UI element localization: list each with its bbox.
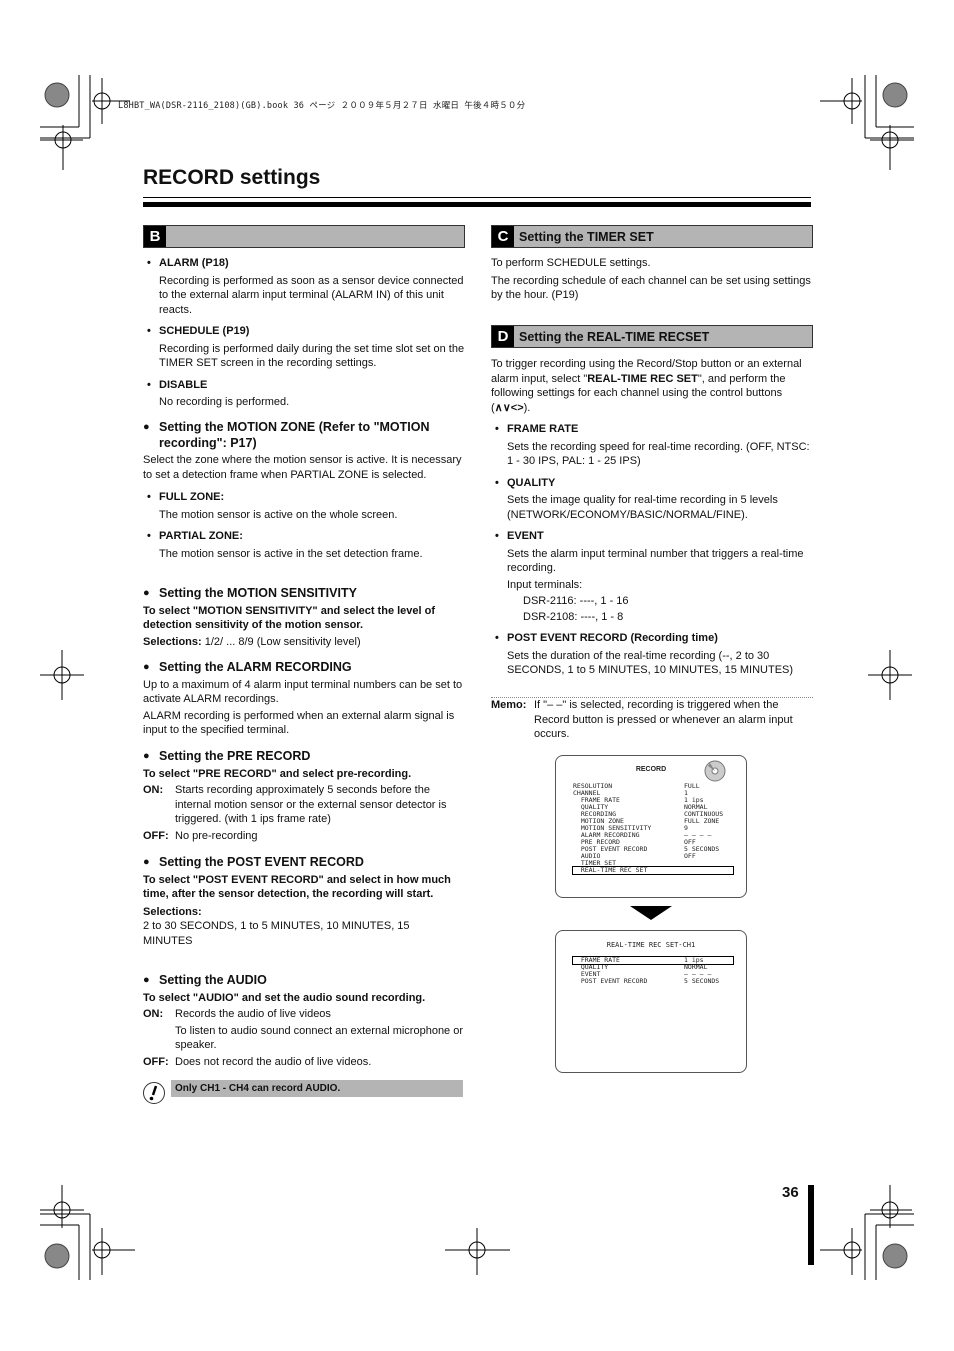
selections-label: Selections: <box>143 905 202 918</box>
list-item-body: No recording is performed. <box>159 396 290 408</box>
off-text: No pre-recording <box>175 829 258 842</box>
list-item-head: ALARM (P18) <box>143 256 465 271</box>
osd-record-screen: RECORD RESOLUTION FULL CHANNEL 1 FRAME RATE… <box>555 755 747 898</box>
off-label: OFF: <box>143 1055 169 1068</box>
list-item-body: Sets the duration of the real-time recor… <box>507 649 794 677</box>
list-item-head: FULL ZONE: <box>143 490 465 505</box>
section-heading: Setting the AUDIO <box>143 973 465 989</box>
title-rule-thick <box>143 202 811 207</box>
alarm-recording-section: Setting the ALARM RECORDING Up to a maxi… <box>143 660 465 738</box>
osd-row-label: POST EVENT RECORD <box>573 977 648 985</box>
recording-mode-list: ALARM (P18) Recording is performed as so… <box>143 256 465 410</box>
motion-sensitivity-section: Setting the MOTION SENSITIVITY To select… <box>143 586 465 649</box>
intro-text: ). <box>523 401 531 414</box>
list-item-head: POST EVENT RECORD (Recording time) <box>491 631 813 646</box>
disc-icon <box>704 760 726 782</box>
section-title: Setting the TIMER SET <box>519 229 654 244</box>
list-item-body: Recording is performed daily during the … <box>159 342 465 370</box>
osd-row-value: FULL ZONE <box>684 817 720 825</box>
osd-row-value: 5 SECONDS <box>684 977 720 985</box>
section-title: Setting the REAL-TIME RECSET <box>519 329 710 344</box>
intro-bold: REAL-TIME REC SET <box>587 372 698 385</box>
list-item-body: The motion sensor is active on the whole… <box>159 508 398 521</box>
timer-set-body: To perform SCHEDULE settings. The record… <box>491 256 813 303</box>
off-text: Does not record the audio of live videos… <box>175 1055 372 1068</box>
print-header: L8HBT_WA(DSR-2116_2108)(GB).book 36 ページ … <box>118 101 526 111</box>
pre-record-section: Setting the PRE RECORD To select "PRE RE… <box>143 749 465 843</box>
on-label: ON: <box>143 1008 164 1020</box>
memo: Memo: If "– –" is selected, recording is… <box>491 698 813 742</box>
section-body: To perform SCHEDULE settings. <box>491 257 651 269</box>
list-item-head: SCHEDULE (P19) <box>143 324 465 339</box>
list-item-body: The motion sensor is active in the set d… <box>159 547 423 560</box>
memo-text: If "– –" is selected, recording is trigg… <box>534 699 793 740</box>
section-letter: D <box>492 326 514 347</box>
title-rule-thin <box>143 197 811 198</box>
osd-rows: RESOLUTION FULL CHANNEL 1 FRAME RATE 1 ips Q… <box>556 783 746 875</box>
input-terminals-line: DSR-2116: ----, 1 - 16 <box>523 595 629 607</box>
osd-title: REAL-TIME REC SET-CH1 <box>606 941 696 949</box>
osd-row[interactable]: POST EVENT RECORD 5 SECONDS <box>573 978 733 985</box>
osd-row-label: REAL-TIME REC SET <box>573 866 648 874</box>
section-body: Up to a maximum of 4 alarm input termina… <box>143 678 463 706</box>
list-item-head: PARTIAL ZONE: <box>143 529 465 544</box>
osd-row[interactable]: REAL-TIME REC SET <box>572 866 734 875</box>
audio-note: Only CH1 - CH4 can record AUDIO. <box>171 1080 463 1097</box>
list-item-body: Recording is performed as soon as a sens… <box>159 274 464 316</box>
note-exclamation-icon <box>143 1082 165 1104</box>
instruction: To select "AUDIO" and set the audio soun… <box>143 991 426 1004</box>
section-heading: Setting the ALARM RECORDING <box>143 660 465 676</box>
page-title: RECORD settings <box>143 166 321 189</box>
input-terminals-label: Input terminals: <box>507 578 583 591</box>
selections-value: 2 to 30 SECONDS, 1 to 5 MINUTES, 10 MINU… <box>143 920 410 947</box>
list-item-body: Sets the recording speed for real-time r… <box>507 440 810 468</box>
list-item-body: Sets the alarm input terminal number tha… <box>507 547 804 575</box>
list-item-body: Sets the image quality for real-time rec… <box>507 494 778 521</box>
section-letter: B <box>144 226 166 247</box>
page-number: 36 <box>782 1184 799 1201</box>
selections-value: 1/2/ ... 8/9 (Low sensitivity level) <box>204 635 361 648</box>
list-item-head: DISABLE <box>143 378 465 393</box>
on-text: Records the audio of live videos <box>175 1008 331 1020</box>
section-heading: Setting the MOTION ZONE (Refer to "MOTIO… <box>143 420 465 451</box>
section-heading: Setting the PRE RECORD <box>143 749 465 765</box>
list-item-head: QUALITY <box>491 476 813 491</box>
audio-section: Setting the AUDIO To select "AUDIO" and … <box>143 973 465 1069</box>
motion-zone-section: Setting the MOTION ZONE (Refer to "MOTIO… <box>143 420 465 561</box>
instruction: To select "MOTION SENSITIVITY" and selec… <box>143 604 436 632</box>
memo-label: Memo: <box>491 699 527 711</box>
on-text-extra: To listen to audio sound connect an exte… <box>175 1024 464 1052</box>
selections-label: Selections: <box>143 635 202 648</box>
osd-rows: FRAME RATE 1 ips QUALITY NORMAL EVENT – – –… <box>556 956 746 985</box>
post-event-section: Setting the POST EVENT RECORD To select … <box>143 855 465 948</box>
section-body: The recording schedule of each channel c… <box>491 274 811 302</box>
osd-row-value: OFF <box>684 852 696 860</box>
on-text: Starts recording approximately 5 seconds… <box>175 784 447 825</box>
list-item-head: FRAME RATE <box>491 422 813 437</box>
input-terminals-line: DSR-2108: ----, 1 - 8 <box>523 610 624 623</box>
list-item-head: EVENT <box>491 529 813 544</box>
section-d-header: D Setting the REAL-TIME RECSET <box>491 325 813 348</box>
instruction: To select "POST EVENT RECORD" and select… <box>143 873 451 901</box>
arrow-down-icon <box>630 906 672 920</box>
off-label: OFF: <box>143 829 169 842</box>
instruction: To select "PRE RECORD" and select pre-re… <box>143 767 412 780</box>
realtime-settings-list: FRAME RATE Sets the recording speed for … <box>491 422 813 678</box>
section-heading: Setting the POST EVENT RECORD <box>143 855 465 871</box>
section-body: ALARM recording is performed when an ext… <box>143 709 455 737</box>
realtime-intro: To trigger recording using the Record/St… <box>491 357 813 415</box>
section-heading: Setting the MOTION SENSITIVITY <box>143 586 465 602</box>
control-buttons-glyphs: ∧∨<> <box>494 401 524 414</box>
page-edge-bar <box>808 1185 814 1265</box>
section-c-header: C Setting the TIMER SET <box>491 225 813 248</box>
section-body: Select the zone where the motion sensor … <box>143 454 462 481</box>
osd-realtime-screen: REAL-TIME REC SET-CH1 FRAME RATE 1 ips QU… <box>555 930 747 1073</box>
section-b-header: B <box>143 225 465 248</box>
section-letter: C <box>492 226 514 247</box>
on-label: ON: <box>143 784 164 796</box>
